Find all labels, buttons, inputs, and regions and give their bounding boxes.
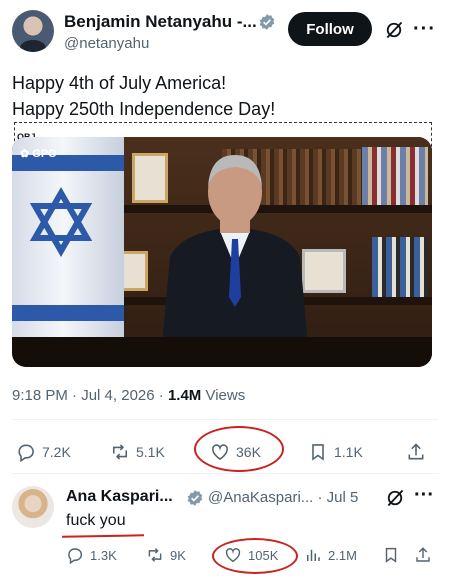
reply-views-count: 2.1M: [328, 547, 357, 563]
follow-button[interactable]: Follow: [288, 12, 372, 46]
reply-icon: [68, 548, 83, 564]
verified-badge-icon: [259, 14, 275, 30]
gpo-watermark: ✿ GPO: [20, 148, 57, 160]
views-count: 1.4M: [167, 387, 202, 404]
annotation-underline: [61, 534, 145, 538]
reply-retweet-count: 9K: [170, 547, 186, 563]
bookmark-icon[interactable]: [382, 546, 400, 564]
video-player[interactable]: ✿ GPO: [12, 137, 432, 367]
author-avatar[interactable]: [12, 10, 54, 52]
bookmark-button[interactable]: 1.1K: [308, 442, 363, 462]
retweet-icon: [148, 548, 162, 562]
share-icon[interactable]: [406, 442, 426, 462]
reply-retweet-button[interactable]: 9K: [146, 546, 186, 564]
author-handle[interactable]: @netanyahu: [64, 35, 149, 52]
bookmark-count: 1.1K: [334, 444, 363, 460]
reply-reply-button[interactable]: 1.3K: [66, 546, 117, 564]
annotation-circle-reply-likes: [212, 538, 298, 574]
reply-text: fuck you: [66, 512, 126, 529]
retweet-count: 5.1K: [136, 444, 165, 460]
reply-author-name[interactable]: Ana Kaspari...: [66, 488, 173, 506]
more-options-icon[interactable]: ···: [414, 484, 434, 507]
author-name[interactable]: Benjamin Netanyahu -...: [64, 12, 257, 32]
grok-icon[interactable]: [385, 488, 405, 508]
reply-button[interactable]: 7.2K: [16, 442, 71, 462]
tweet-timestamp[interactable]: 9:18 PM · Jul 4, 2026 · 1.4M Views: [12, 387, 245, 404]
views-label: Views: [205, 387, 246, 404]
annotation-circle-likes: [194, 426, 284, 472]
divider: [12, 473, 438, 474]
retweet-icon: [112, 444, 128, 460]
reply-author-handle-and-date[interactable]: @AnaKaspari... · Jul 5: [208, 489, 358, 506]
retweet-button[interactable]: 5.1K: [110, 442, 165, 462]
grok-icon[interactable]: [384, 20, 404, 40]
reply-reply-count: 1.3K: [90, 547, 117, 563]
verified-badge-icon: [187, 490, 203, 506]
share-icon[interactable]: [414, 546, 432, 564]
bookmark-icon: [312, 444, 324, 461]
reply-author-avatar[interactable]: [12, 486, 54, 528]
reply-icon: [18, 444, 34, 462]
israel-flag: [12, 137, 124, 367]
divider: [12, 419, 438, 420]
speaker-figure: [160, 155, 310, 367]
more-options-icon[interactable]: ···: [413, 18, 436, 41]
views-icon: [307, 549, 320, 561]
reply-views-button[interactable]: 2.1M: [304, 546, 357, 564]
tweet-text-line1: Happy 4th of July America!: [12, 73, 227, 93]
reply-count: 7.2K: [42, 444, 71, 460]
